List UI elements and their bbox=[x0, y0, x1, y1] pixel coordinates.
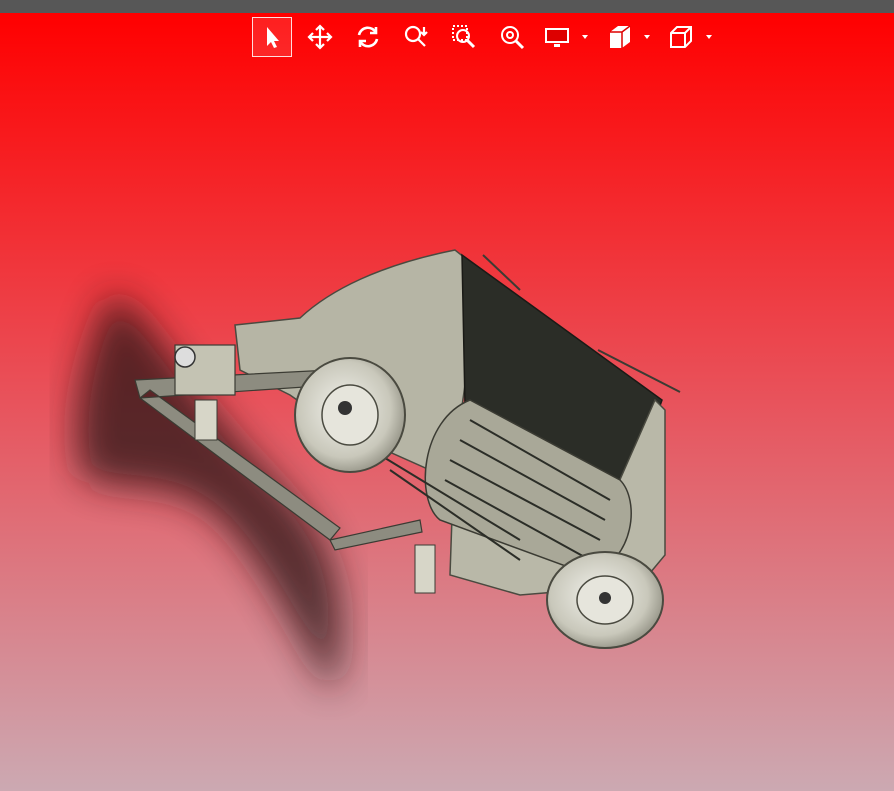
window-title-bar bbox=[0, 0, 894, 13]
cad-viewer bbox=[0, 0, 894, 791]
rear-wheel bbox=[546, 551, 664, 649]
pan-icon bbox=[307, 24, 333, 50]
select-arrow-icon bbox=[267, 27, 279, 48]
chevron-down-icon bbox=[706, 35, 712, 39]
monitor-icon bbox=[545, 28, 569, 47]
view-toolbar bbox=[252, 17, 726, 57]
zoom-button[interactable] bbox=[396, 17, 436, 57]
display-style-button[interactable] bbox=[540, 17, 588, 57]
pan-button[interactable] bbox=[300, 17, 340, 57]
zoom-updown-icon bbox=[404, 25, 428, 47]
zoom-window-icon bbox=[452, 25, 476, 49]
section-view-icon bbox=[610, 25, 631, 48]
cube-icon bbox=[670, 26, 692, 48]
linkage-pin-left bbox=[194, 399, 218, 441]
chevron-down-icon bbox=[644, 35, 650, 39]
linkage-pin-right bbox=[414, 544, 436, 594]
rotate-icon bbox=[357, 26, 379, 48]
chevron-down-icon bbox=[582, 35, 588, 39]
zoom-fit-button[interactable] bbox=[492, 17, 532, 57]
3d-viewport[interactable] bbox=[0, 13, 894, 791]
front-wheel bbox=[294, 357, 406, 473]
section-view-button[interactable] bbox=[602, 17, 650, 57]
zoom-window-button[interactable] bbox=[444, 17, 484, 57]
select-button[interactable] bbox=[252, 17, 292, 57]
zoom-fit-icon bbox=[501, 26, 525, 50]
view-orientation-button[interactable] bbox=[664, 17, 712, 57]
rotate-button[interactable] bbox=[348, 17, 388, 57]
pto-shaft bbox=[174, 346, 196, 368]
